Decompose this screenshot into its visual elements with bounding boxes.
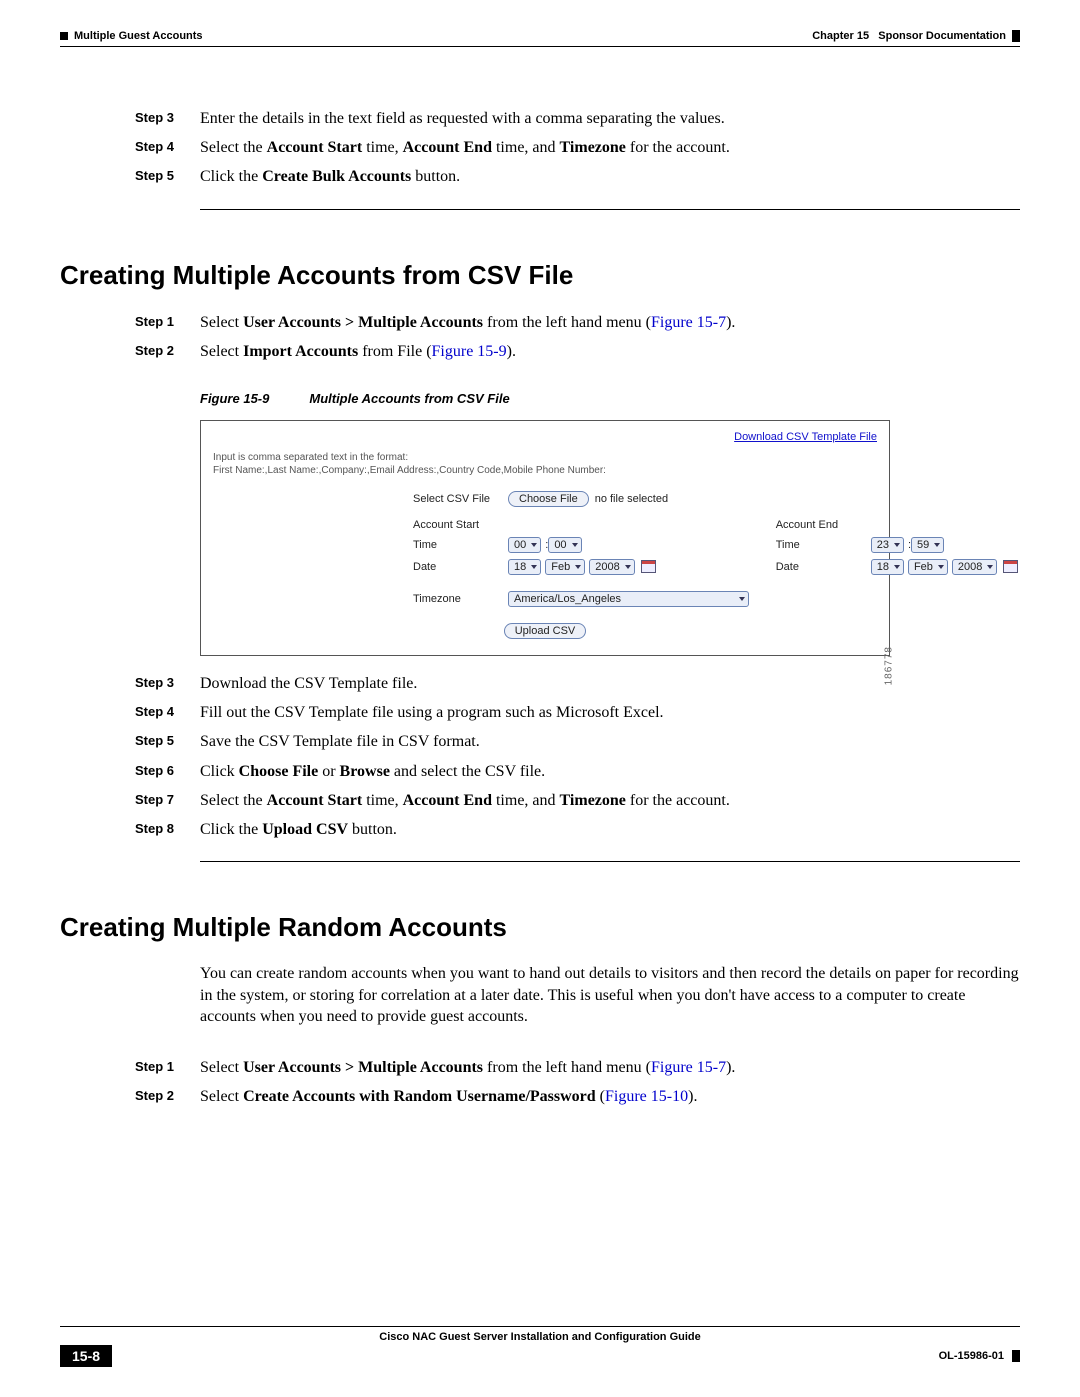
figure-15-9: Download CSV Template File Input is comm… (200, 420, 890, 656)
calendar-icon[interactable] (641, 560, 656, 573)
step-label: Step 2 (135, 340, 200, 363)
step-text: Enter the details in the text field as r… (200, 107, 1020, 130)
start-day-select[interactable]: 18 (508, 559, 541, 575)
step-label: Step 1 (135, 311, 200, 334)
step-label: Step 3 (135, 672, 200, 695)
heading-random: Creating Multiple Random Accounts (60, 912, 1020, 943)
step-text: Select User Accounts > Multiple Accounts… (200, 1056, 1020, 1079)
header-rule (60, 46, 1020, 47)
step-label: Step 5 (135, 165, 200, 188)
divider (200, 861, 1020, 862)
link-figure-15-7[interactable]: Figure 15-7 (651, 1059, 726, 1076)
start-hour-select[interactable]: 00 (508, 537, 541, 553)
start-year-select[interactable]: 2008 (589, 559, 634, 575)
doc-code: OL-15986-01 (939, 1350, 1020, 1362)
calendar-icon[interactable] (1003, 560, 1018, 573)
start-minute-select[interactable]: 00 (548, 537, 581, 553)
end-hour-select[interactable]: 23 (871, 537, 904, 553)
step-text: Select the Account Start time, Account E… (200, 136, 1020, 159)
step-label: Step 8 (135, 818, 200, 841)
step-text: Click the Create Bulk Accounts button. (200, 165, 1020, 188)
step-text: Select the Account Start time, Account E… (200, 789, 1020, 812)
start-month-select[interactable]: Feb (545, 559, 585, 575)
random-intro-paragraph: You can create random accounts when you … (200, 963, 1020, 1028)
figure-side-number: 186778 (883, 646, 894, 685)
header-square-icon (60, 32, 68, 40)
account-start-label: Account Start (413, 519, 508, 531)
footer-guide-title: Cisco NAC Guest Server Installation and … (60, 1331, 1020, 1343)
step-text: Fill out the CSV Template file using a p… (200, 701, 1020, 724)
download-csv-template-link[interactable]: Download CSV Template File (213, 431, 877, 443)
figure-caption: Figure 15-9Multiple Accounts from CSV Fi… (200, 391, 1020, 406)
step-label: Step 1 (135, 1056, 200, 1079)
footer-rule (60, 1326, 1020, 1327)
header-chapter-label: Chapter 15 (812, 30, 869, 42)
header-chapter-title: Sponsor Documentation (878, 30, 1006, 42)
link-figure-15-10[interactable]: Figure 15-10 (605, 1088, 688, 1105)
end-year-select[interactable]: 2008 (952, 559, 997, 575)
upload-csv-button[interactable]: Upload CSV (504, 623, 587, 639)
step-text: Select User Accounts > Multiple Accounts… (200, 311, 1020, 334)
date-label: Date (776, 561, 871, 573)
account-end-label: Account End (776, 519, 871, 531)
step-text: Click the Upload CSV button. (200, 818, 1020, 841)
header-section-title: Multiple Guest Accounts (74, 30, 203, 42)
step-label: Step 4 (135, 136, 200, 159)
time-label: Time (413, 539, 508, 551)
step-label: Step 6 (135, 760, 200, 783)
timezone-select[interactable]: America/Los_Angeles (508, 591, 749, 607)
end-month-select[interactable]: Feb (908, 559, 948, 575)
link-figure-15-9[interactable]: Figure 15-9 (432, 343, 507, 360)
step-label: Step 7 (135, 789, 200, 812)
step-label: Step 3 (135, 107, 200, 130)
format-hint-line1: Input is comma separated text in the for… (213, 451, 877, 464)
choose-file-button[interactable]: Choose File (508, 491, 589, 507)
divider (200, 209, 1020, 210)
timezone-label: Timezone (413, 593, 508, 605)
link-figure-15-7[interactable]: Figure 15-7 (651, 314, 726, 331)
step-label: Step 5 (135, 730, 200, 753)
select-csv-label: Select CSV File (413, 493, 508, 505)
no-file-selected-text: no file selected (595, 493, 668, 505)
end-day-select[interactable]: 18 (871, 559, 904, 575)
step-text: Save the CSV Template file in CSV format… (200, 730, 1020, 753)
page-number-badge: 15-8 (60, 1345, 112, 1367)
step-text: Select Import Accounts from File (Figure… (200, 340, 1020, 363)
step-label: Step 2 (135, 1085, 200, 1108)
date-label: Date (413, 561, 508, 573)
format-hint-line2: First Name:,Last Name:,Company:,Email Ad… (213, 464, 877, 477)
step-text: Download the CSV Template file. (200, 672, 1020, 695)
end-minute-select[interactable]: 59 (911, 537, 944, 553)
time-label: Time (776, 539, 871, 551)
step-label: Step 4 (135, 701, 200, 724)
heading-csv: Creating Multiple Accounts from CSV File (60, 260, 1020, 291)
step-text: Click Choose File or Browse and select t… (200, 760, 1020, 783)
step-text: Select Create Accounts with Random Usern… (200, 1085, 1020, 1108)
